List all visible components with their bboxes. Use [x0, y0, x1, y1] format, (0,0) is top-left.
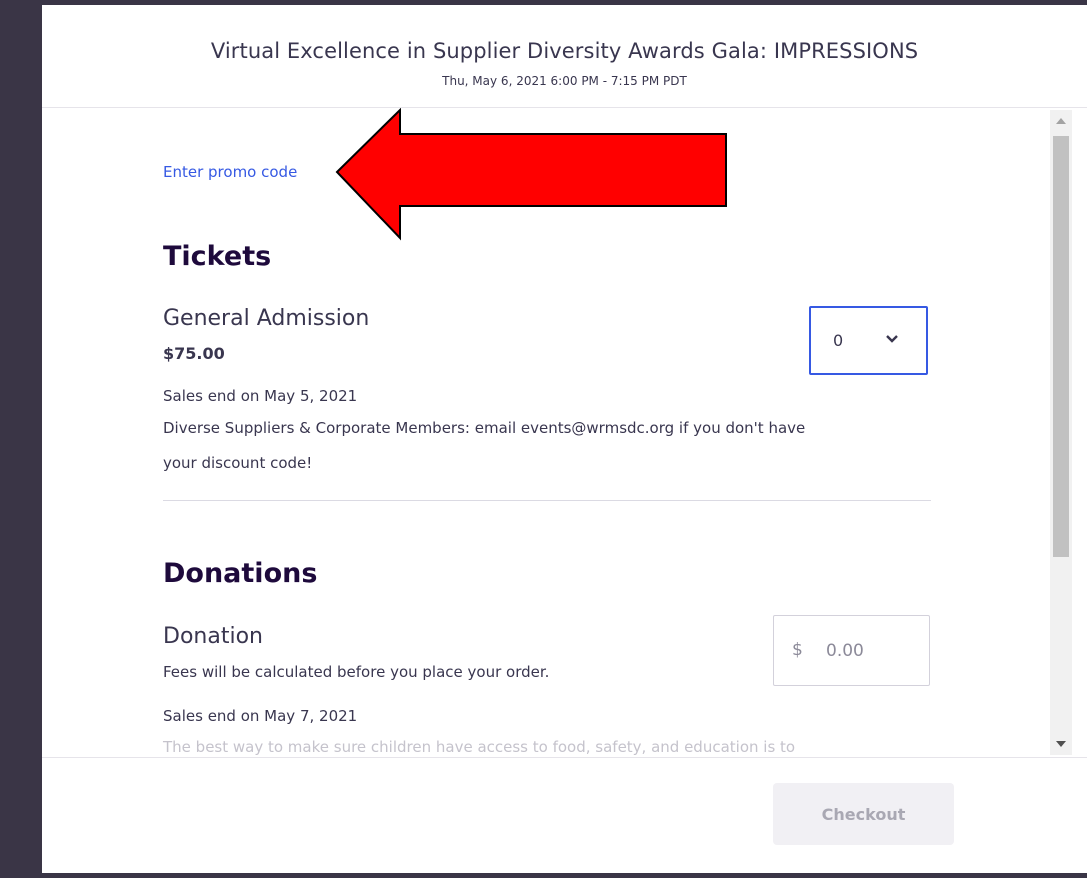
ticket-price: $75.00: [163, 344, 225, 363]
donation-fee-note: Fees will be calculated before you place…: [163, 663, 550, 681]
ticket-quantity-value: 0: [833, 331, 844, 350]
donation-amount-input[interactable]: $ 0.00: [773, 615, 930, 686]
ticket-name: General Admission: [163, 306, 370, 331]
ticket-quantity-select[interactable]: 0: [809, 306, 928, 375]
ticket-description-line2: your discount code!: [163, 454, 313, 472]
event-date: Thu, May 6, 2021 6:00 PM - 7:15 PM PDT: [442, 74, 687, 88]
scrollbar-thumb[interactable]: [1053, 136, 1069, 557]
currency-symbol: $: [792, 640, 803, 660]
scroll-down-button[interactable]: [1050, 733, 1072, 755]
ticket-sales-end: Sales end on May 5, 2021: [163, 387, 358, 405]
ticket-modal: Virtual Excellence in Supplier Diversity…: [42, 5, 1087, 873]
donation-name: Donation: [163, 624, 263, 649]
chevron-down-icon: [886, 335, 898, 343]
scrollbar[interactable]: [1050, 110, 1072, 755]
scroll-up-arrow-icon: [1056, 118, 1066, 124]
donation-amount-placeholder: 0.00: [826, 641, 864, 661]
modal-footer: Checkout: [42, 757, 1087, 874]
tickets-heading: Tickets: [163, 241, 272, 272]
section-divider: [163, 500, 931, 501]
ticket-scroll-area[interactable]: Enter promo code Tickets General Admissi…: [42, 108, 1087, 756]
checkout-button[interactable]: Checkout: [773, 783, 954, 845]
scroll-up-button[interactable]: [1050, 110, 1072, 132]
red-left-arrow-icon: [335, 108, 727, 241]
donations-heading: Donations: [163, 558, 318, 589]
scroll-down-arrow-icon: [1056, 741, 1066, 747]
ticket-description-line1: Diverse Suppliers & Corporate Members: e…: [163, 419, 806, 437]
modal-header: Virtual Excellence in Supplier Diversity…: [42, 5, 1087, 108]
donation-sales-end: Sales end on May 7, 2021: [163, 707, 358, 725]
donation-description: The best way to make sure children have …: [163, 738, 796, 756]
event-title: Virtual Excellence in Supplier Diversity…: [210, 39, 919, 63]
enter-promo-code-link[interactable]: Enter promo code: [163, 163, 297, 181]
